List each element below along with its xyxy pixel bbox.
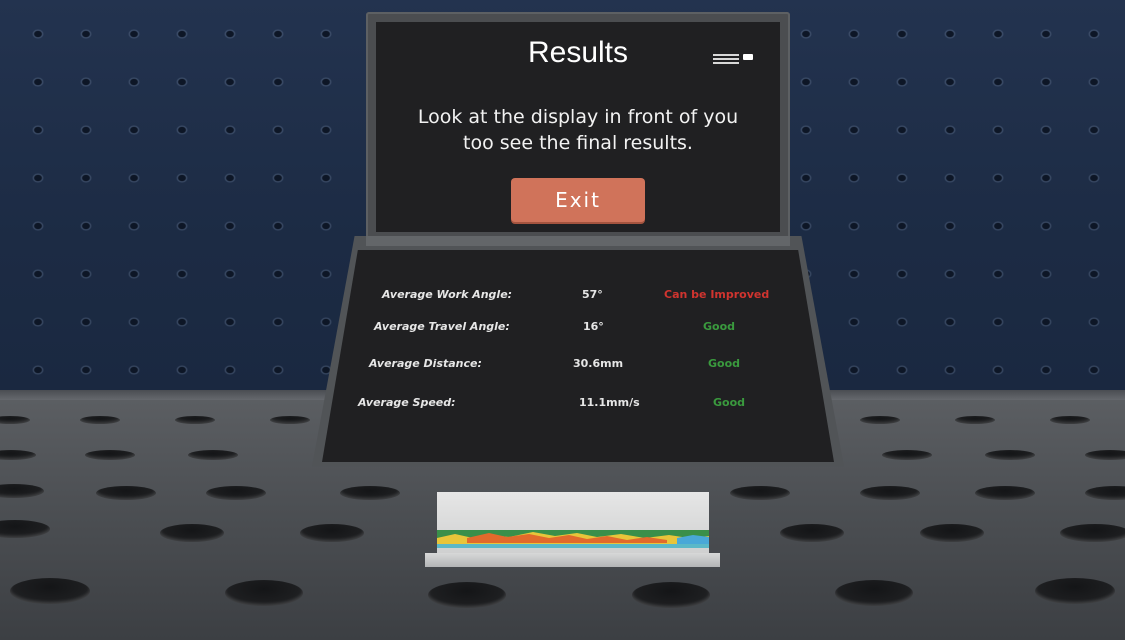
table-hole — [0, 416, 30, 424]
table-hole — [80, 416, 120, 424]
table-hole — [1085, 486, 1125, 500]
table-hole — [188, 450, 238, 460]
results-display-screen — [322, 250, 834, 462]
table-hole — [96, 486, 156, 500]
table-hole — [835, 580, 913, 606]
table-hole — [1060, 524, 1125, 542]
table-hole — [225, 580, 303, 606]
table-hole — [270, 416, 310, 424]
table-hole — [175, 416, 215, 424]
speed-value: 11.1mm/s — [579, 396, 640, 409]
table-hole — [0, 484, 44, 498]
table-hole — [300, 524, 364, 542]
table-hole — [0, 520, 50, 538]
distance-status: Good — [708, 357, 741, 370]
work-angle-status: Can be Improved — [664, 288, 770, 301]
table-hole — [206, 486, 266, 500]
weld-bead-heatmap — [437, 530, 709, 548]
table-hole — [10, 578, 90, 604]
work-angle-label: Average Work Angle: — [382, 288, 513, 301]
table-hole — [428, 582, 506, 608]
instructions-text: Look at the display in front of you too … — [376, 104, 780, 156]
travel-angle-value: 16° — [583, 320, 604, 333]
brand-logo-icon — [713, 52, 755, 66]
table-hole — [0, 450, 36, 460]
instructions-line-2: too see the final results. — [463, 132, 693, 154]
table-hole — [160, 524, 224, 542]
speed-label: Average Speed: — [358, 396, 456, 409]
exit-button[interactable]: Exit — [511, 178, 645, 222]
table-hole — [85, 450, 135, 460]
travel-angle-status: Good — [703, 320, 736, 333]
display-hinge — [366, 236, 790, 246]
table-hole — [860, 486, 920, 500]
table-hole — [860, 416, 900, 424]
table-hole — [1085, 450, 1125, 460]
table-hole — [975, 486, 1035, 500]
table-hole — [780, 524, 844, 542]
distance-label: Average Distance: — [369, 357, 482, 370]
table-hole — [730, 486, 790, 500]
instructions-line-1: Look at the display in front of you — [417, 106, 739, 128]
table-hole — [1035, 578, 1115, 604]
table-hole — [882, 450, 932, 460]
speed-status: Good — [713, 396, 746, 409]
table-hole — [340, 486, 400, 500]
table-hole — [920, 524, 984, 542]
table-hole — [955, 416, 995, 424]
table-hole — [985, 450, 1035, 460]
distance-value: 30.6mm — [573, 357, 624, 370]
vr-scene: Results Look at the display in front of … — [0, 0, 1125, 640]
weld-coupon-base — [425, 553, 720, 567]
table-hole — [1050, 416, 1090, 424]
travel-angle-label: Average Travel Angle: — [374, 320, 510, 333]
work-angle-value: 57° — [582, 288, 603, 301]
table-hole — [632, 582, 710, 608]
